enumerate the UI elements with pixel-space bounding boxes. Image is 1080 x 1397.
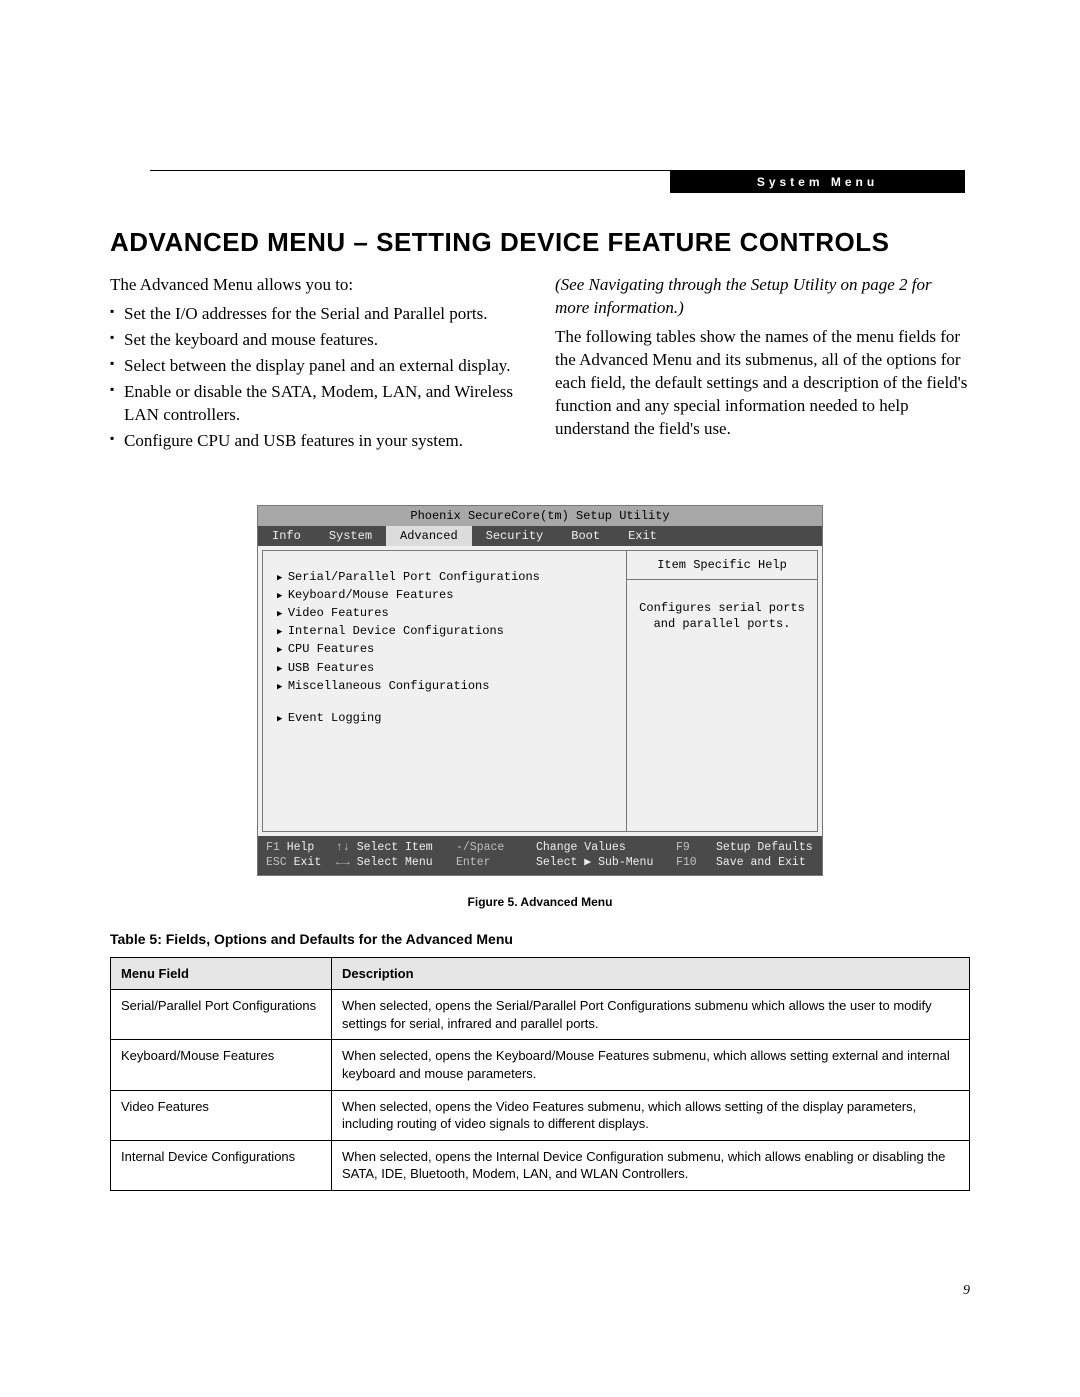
bios-submenu-item: Internal Device Configurations [277, 623, 616, 639]
bios-tab-boot: Boot [557, 526, 614, 546]
table-row: Video Features When selected, opens the … [111, 1090, 970, 1140]
table-caption: Table 5: Fields, Options and Defaults fo… [110, 930, 970, 949]
bios-submenu-item: Miscellaneous Configurations [277, 678, 616, 694]
cell-desc: When selected, opens the Video Features … [332, 1090, 970, 1140]
bios-tab-advanced: Advanced [386, 526, 472, 546]
bios-key: ↑↓ [336, 841, 350, 854]
feature-bullet-list: Set the I/O addresses for the Serial and… [110, 303, 525, 453]
page-number: 9 [963, 1282, 970, 1301]
bios-tab-security: Security [472, 526, 558, 546]
header-section-label: System Menu [670, 171, 965, 193]
bullet-item: Configure CPU and USB features in your s… [110, 430, 525, 453]
bios-submenu-item: Keyboard/Mouse Features [277, 587, 616, 603]
bullet-item: Enable or disable the SATA, Modem, LAN, … [110, 381, 525, 427]
bios-tab-exit: Exit [614, 526, 671, 546]
th-description: Description [332, 957, 970, 990]
table-row: Keyboard/Mouse Features When selected, o… [111, 1040, 970, 1090]
cell-field: Internal Device Configurations [111, 1140, 332, 1190]
bios-tab-bar: Info System Advanced Security Boot Exit [258, 526, 822, 546]
bios-submenu-item: CPU Features [277, 641, 616, 657]
bios-help-pane: Item Specific Help Configures serial por… [627, 550, 818, 832]
bullet-item: Set the keyboard and mouse features. [110, 329, 525, 352]
bios-key-label: Save and Exit [716, 855, 806, 871]
table-row: Internal Device Configurations When sele… [111, 1140, 970, 1190]
bios-key: ←→ [336, 856, 350, 869]
cell-desc: When selected, opens the Serial/Parallel… [332, 990, 970, 1040]
bios-tab-info: Info [258, 526, 315, 546]
cell-desc: When selected, opens the Internal Device… [332, 1140, 970, 1190]
bios-key: -/Space [456, 840, 536, 856]
bios-key-label: Select Item [357, 841, 433, 854]
section-title: ADVANCED MENU – SETTING DEVICE FEATURE C… [110, 225, 970, 260]
bios-key-label: Setup Defaults [716, 840, 813, 856]
options-table: Menu Field Description Serial/Parallel P… [110, 957, 970, 1191]
bios-key-label: Exit [294, 856, 322, 869]
bios-key-label: Help [287, 841, 315, 854]
bios-submenu-item: Event Logging [277, 710, 616, 726]
bios-submenu-item: USB Features [277, 660, 616, 676]
bios-key: ESC [266, 856, 287, 869]
cell-field: Video Features [111, 1090, 332, 1140]
bios-tab-system: System [315, 526, 386, 546]
bios-submenu-item: Serial/Parallel Port Configurations [277, 569, 616, 585]
bios-key: F10 [676, 855, 716, 871]
cell-desc: When selected, opens the Keyboard/Mouse … [332, 1040, 970, 1090]
bios-submenu-item: Video Features [277, 605, 616, 621]
see-navigating-note: (See Navigating through the Setup Utilit… [555, 274, 970, 320]
bios-title: Phoenix SecureCore(tm) Setup Utility [258, 506, 822, 526]
cell-field: Serial/Parallel Port Configurations [111, 990, 332, 1040]
bios-key-label: Change Values [536, 840, 676, 856]
bios-key-label: Select Menu [357, 856, 433, 869]
figure-caption: Figure 5. Advanced Menu [110, 894, 970, 910]
bios-key: F1 [266, 841, 280, 854]
bios-help-text: Configures serial ports and parallel por… [627, 600, 817, 632]
bios-help-heading: Item Specific Help [627, 557, 817, 580]
bios-key: F9 [676, 840, 716, 856]
bios-screenshot: Phoenix SecureCore(tm) Setup Utility Inf… [257, 505, 823, 876]
cell-field: Keyboard/Mouse Features [111, 1040, 332, 1090]
intro-line: The Advanced Menu allows you to: [110, 274, 525, 297]
bullet-item: Select between the display panel and an … [110, 355, 525, 378]
bios-key-label: Select ▶ Sub-Menu [536, 855, 676, 871]
tables-description-para: The following tables show the names of t… [555, 326, 970, 441]
table-row: Serial/Parallel Port Configurations When… [111, 990, 970, 1040]
bullet-item: Set the I/O addresses for the Serial and… [110, 303, 525, 326]
bios-submenu-pane: Serial/Parallel Port Configurations Keyb… [262, 550, 627, 832]
bios-key: Enter [456, 855, 536, 871]
bios-footer: F1 Help ↑↓ Select Item -/Space Change Va… [258, 836, 822, 875]
th-menu-field: Menu Field [111, 957, 332, 990]
